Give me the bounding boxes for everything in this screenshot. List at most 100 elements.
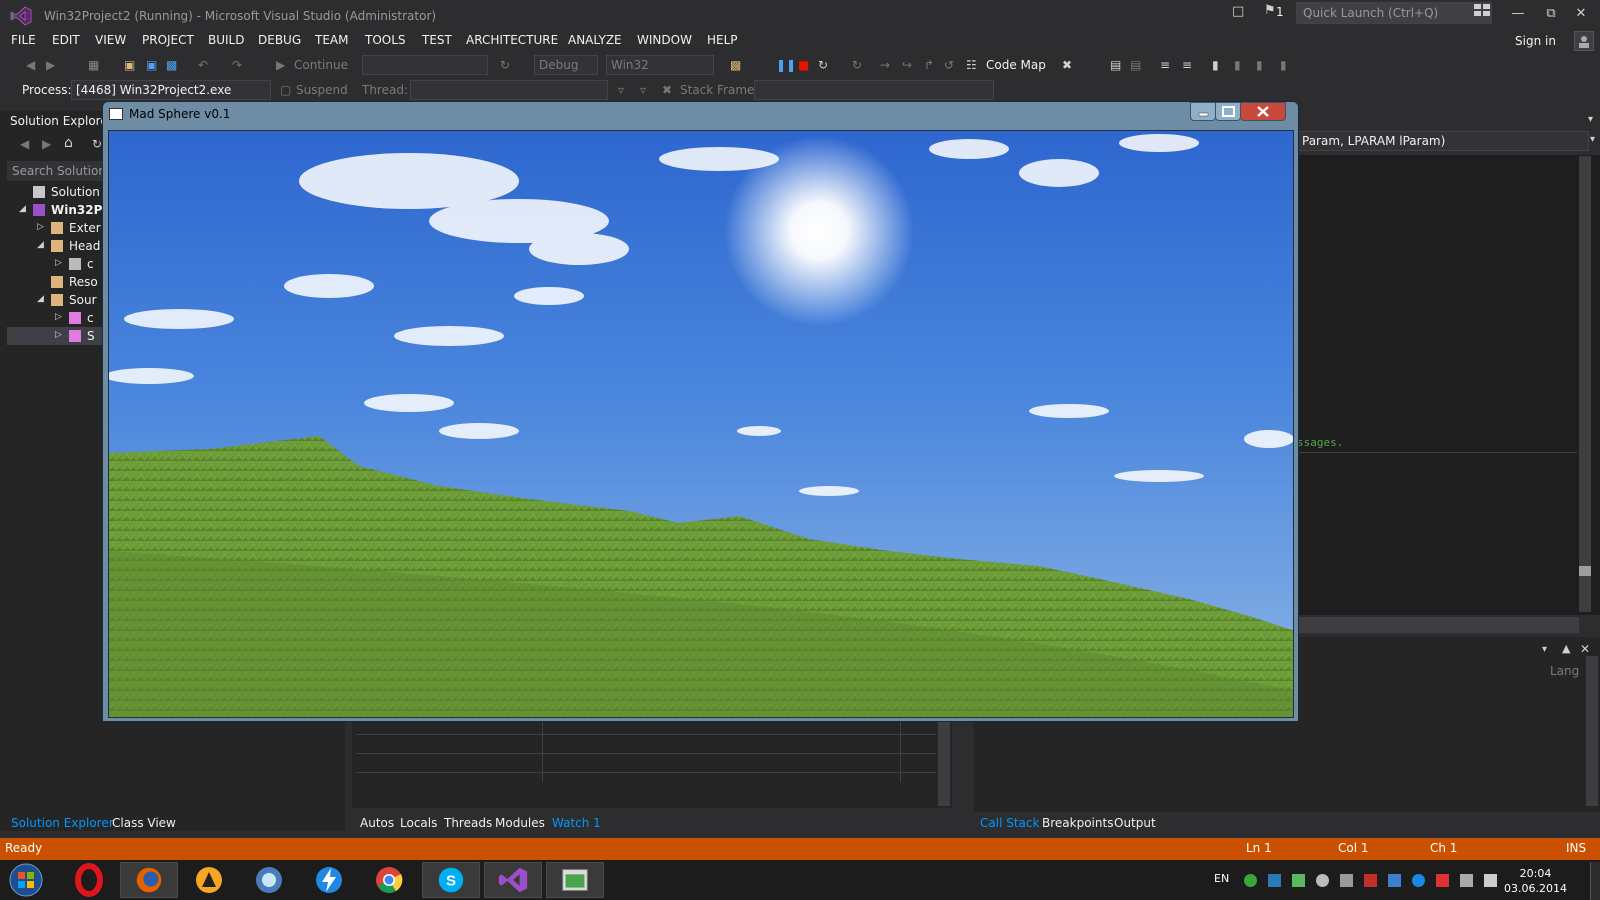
start-button-icon[interactable] — [6, 862, 46, 898]
show-next-statement-icon[interactable]: ↻ — [852, 58, 862, 74]
editor-scrollbar-thumb[interactable] — [1579, 566, 1591, 576]
menu-edit[interactable]: EDIT — [52, 33, 80, 47]
watch-scrollbar[interactable] — [938, 720, 950, 806]
debug-target-dropdown[interactable] — [362, 55, 488, 75]
member-dropdown-arrow-icon[interactable]: ▾ — [1590, 134, 1595, 145]
menu-analyze[interactable]: ANALYZE — [568, 33, 622, 47]
feedback-icon[interactable]: □ — [1232, 4, 1244, 19]
close-button[interactable]: ✕ — [1568, 4, 1594, 24]
mad-sphere-taskbar-icon[interactable] — [546, 862, 604, 898]
thunder-taskbar-icon[interactable] — [300, 862, 358, 898]
chrome-taskbar-icon[interactable] — [360, 862, 418, 898]
firefox-taskbar-icon[interactable] — [120, 862, 178, 898]
visual-studio-taskbar-icon[interactable] — [484, 862, 542, 898]
action-center-flag-icon[interactable] — [1436, 874, 1449, 887]
expand-arrow-icon[interactable]: ▷ — [55, 312, 62, 322]
app-close-button[interactable] — [1240, 102, 1286, 121]
tab-solution-explorer[interactable]: Solution Explorer — [11, 816, 114, 830]
show-desktop-button[interactable] — [1590, 862, 1600, 900]
restart-icon[interactable]: ↻ — [818, 58, 828, 74]
step-into-icon[interactable]: → — [880, 58, 890, 74]
threads-flag-icon[interactable]: ▤ — [1130, 58, 1141, 74]
indent-icon[interactable]: ≡ — [1160, 58, 1170, 74]
prev-bookmark-icon[interactable]: ▮ — [1234, 58, 1241, 74]
step-out-icon[interactable]: ↱ — [924, 58, 934, 74]
tab-locals[interactable]: Locals — [400, 816, 437, 830]
input-language[interactable]: EN — [1214, 872, 1229, 885]
home-icon[interactable]: ⌂ — [64, 135, 73, 151]
display-tray-icon[interactable] — [1388, 874, 1401, 887]
expand-arrow-icon[interactable]: ◢ — [19, 204, 26, 214]
platform-dropdown[interactable]: Win32 — [606, 55, 714, 75]
thread-icon[interactable]: ▤ — [1110, 58, 1121, 74]
filter-clear-icon[interactable]: ▿ — [640, 83, 646, 97]
pin-icon[interactable]: ▲ — [1562, 642, 1570, 655]
expand-arrow-icon[interactable]: ◢ — [37, 240, 44, 250]
volume-tray-icon[interactable] — [1484, 874, 1497, 887]
qip-taskbar-icon[interactable] — [240, 862, 298, 898]
member-dropdown[interactable]: Param, LPARAM lParam) — [1297, 131, 1589, 151]
expand-arrow-icon[interactable]: ◢ — [37, 294, 44, 304]
panel-close-icon[interactable]: ✕ — [1580, 642, 1590, 656]
panel-menu-icon[interactable]: ▾ — [1542, 644, 1547, 655]
quick-launch-input[interactable]: Quick Launch (Ctrl+Q) — [1296, 2, 1492, 24]
expand-arrow-icon[interactable]: ▷ — [37, 222, 44, 232]
break-all-icon[interactable]: ❚❚ — [776, 58, 796, 74]
menu-test[interactable]: TEST — [422, 33, 452, 47]
notifications-flag-icon[interactable]: ⚑ — [1264, 3, 1276, 18]
bluetooth-tray-icon[interactable] — [1316, 874, 1329, 887]
save-icon[interactable]: ▣ — [146, 58, 157, 74]
menu-architecture[interactable]: ARCHITECTURE — [466, 33, 558, 47]
find-in-files-icon[interactable]: ▩ — [730, 58, 741, 74]
skype-taskbar-icon[interactable]: S — [422, 862, 480, 898]
undo-icon[interactable]: ↶ — [198, 58, 208, 74]
restore-button[interactable]: ⧉ — [1538, 4, 1564, 24]
refresh-icon[interactable]: ↻ — [500, 58, 510, 74]
forward-icon[interactable]: ▶ — [46, 58, 55, 74]
tab-call-stack[interactable]: Call Stack — [980, 816, 1039, 830]
menu-team[interactable]: TEAM — [315, 33, 348, 47]
menu-view[interactable]: VIEW — [95, 33, 126, 47]
process-dropdown[interactable]: [4468] Win32Project2.exe — [71, 80, 271, 100]
tab-breakpoints[interactable]: Breakpoints — [1042, 816, 1113, 830]
redo-icon[interactable]: ↷ — [232, 58, 242, 74]
clear-bookmarks-icon[interactable]: ▮ — [1280, 58, 1287, 74]
stop-debugging-icon[interactable]: ■ — [798, 58, 809, 74]
skype-tray-icon[interactable] — [1268, 874, 1281, 887]
open-file-icon[interactable]: ▣ — [124, 58, 135, 74]
new-project-icon[interactable]: ▦ — [88, 58, 99, 74]
game-viewport[interactable] — [108, 130, 1294, 718]
forward-icon[interactable]: ▶ — [42, 137, 51, 151]
app-minimize-button[interactable] — [1190, 102, 1216, 121]
editor-tab-dropdown-icon[interactable]: ▾ — [1588, 114, 1593, 125]
filter-icon[interactable]: ▿ — [618, 83, 624, 97]
notifications-count[interactable]: 1 — [1276, 5, 1284, 19]
utorrent-tray-icon[interactable] — [1244, 874, 1257, 887]
thunder-tray-icon[interactable] — [1412, 874, 1425, 887]
continue-button[interactable]: Continue — [294, 58, 348, 74]
menu-project[interactable]: PROJECT — [142, 33, 194, 47]
bookmark-icon[interactable]: ▮ — [1212, 58, 1219, 74]
continue-icon[interactable]: ▶ — [276, 58, 285, 74]
tab-modules[interactable]: Modules — [495, 816, 545, 830]
back-icon[interactable]: ◀ — [26, 58, 35, 74]
minimize-button[interactable]: — — [1505, 4, 1531, 24]
tab-threads[interactable]: Threads — [444, 816, 492, 830]
code-editor[interactable] — [1297, 155, 1600, 615]
outdent-icon[interactable]: ≡ — [1182, 58, 1192, 74]
pdf-tray-icon[interactable] — [1364, 874, 1377, 887]
editor-horizontal-scrollbar[interactable] — [1297, 617, 1579, 633]
sync-icon[interactable]: ↻ — [92, 137, 102, 151]
sign-in-link[interactable]: Sign in — [1515, 34, 1556, 48]
code-map-icon[interactable]: ☷ — [966, 58, 977, 74]
editor-scrollbar[interactable] — [1579, 156, 1591, 612]
account-icon[interactable] — [1574, 31, 1594, 51]
expand-arrow-icon[interactable]: ▷ — [55, 330, 62, 340]
configuration-dropdown[interactable]: Debug — [534, 55, 598, 75]
suspend-button[interactable]: Suspend — [296, 83, 348, 97]
menu-tools[interactable]: TOOLS — [365, 33, 406, 47]
suspend-icon[interactable]: ▢ — [280, 83, 291, 97]
save-all-icon[interactable]: ▩ — [166, 58, 177, 74]
taskbar-clock[interactable]: 20:04 03.06.2014 — [1504, 866, 1567, 896]
power-tray-icon[interactable] — [1460, 874, 1473, 887]
